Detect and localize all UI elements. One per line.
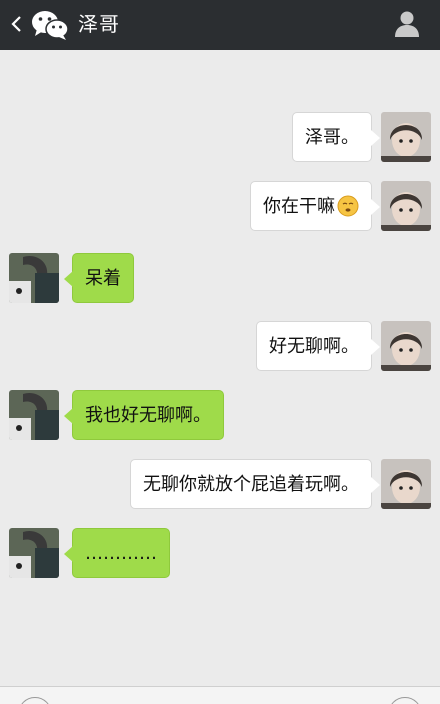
wechat-icon — [32, 11, 69, 40]
top-bar: 泽哥 — [0, 0, 440, 50]
message-bubble-outgoing[interactable]: 无聊你就放个屁追着玩啊。 — [130, 459, 380, 509]
more-options-button[interactable] — [388, 697, 422, 704]
person-icon[interactable] — [394, 10, 420, 38]
avatar-contact[interactable] — [9, 390, 59, 440]
input-bar — [0, 686, 440, 704]
message-bubble-incoming[interactable]: 呆着 — [64, 253, 134, 303]
message-text: 泽哥。 — [305, 127, 359, 148]
message-bubble-outgoing[interactable]: 好无聊啊。 — [256, 321, 380, 371]
message-text: ………… — [85, 543, 157, 564]
sleepy-face-emoji — [337, 195, 359, 217]
message-bubble-outgoing[interactable]: 你在干嘛 — [250, 181, 380, 231]
bubble-tail — [64, 546, 73, 562]
bubble-tail — [371, 477, 380, 493]
avatar-self[interactable] — [381, 112, 431, 162]
bubble-tail — [64, 271, 73, 287]
avatar-self[interactable] — [381, 459, 431, 509]
chat-area: 泽哥。 你在干嘛 呆着 好无聊啊。 我也好无聊啊。 无聊你就放个屁追着玩啊。 …… — [0, 50, 440, 686]
message-bubble-outgoing[interactable]: 泽哥。 — [292, 112, 380, 162]
avatar-self[interactable] — [381, 321, 431, 371]
message-text: 无聊你就放个屁追着玩啊。 — [143, 474, 359, 495]
message-text: 你在干嘛 — [263, 196, 335, 217]
chat-title: 泽哥 — [78, 12, 120, 36]
bubble-tail — [371, 339, 380, 355]
voice-input-button[interactable] — [18, 697, 52, 704]
avatar-contact[interactable] — [9, 528, 59, 578]
message-text: 呆着 — [85, 268, 121, 289]
bubble-tail — [371, 199, 380, 215]
message-bubble-incoming[interactable]: ………… — [64, 528, 170, 578]
avatar-contact[interactable] — [9, 253, 59, 303]
message-text: 我也好无聊啊。 — [85, 405, 211, 426]
back-chevron-icon[interactable] — [8, 12, 26, 36]
bubble-tail — [371, 130, 380, 146]
message-text: 好无聊啊。 — [269, 336, 359, 357]
message-bubble-incoming[interactable]: 我也好无聊啊。 — [64, 390, 224, 440]
avatar-self[interactable] — [381, 181, 431, 231]
bubble-tail — [64, 408, 73, 424]
